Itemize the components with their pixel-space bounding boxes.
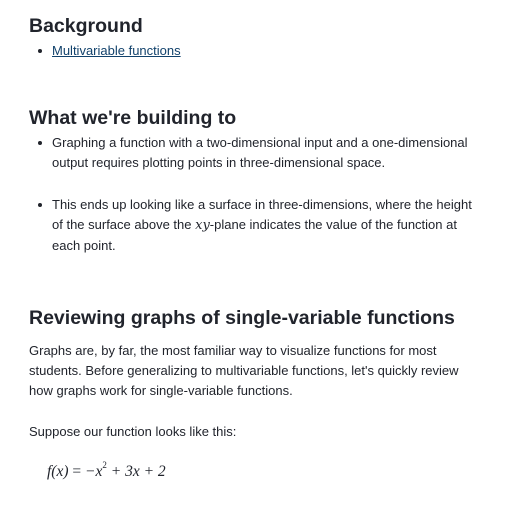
background-list: Multivariable functions [29,41,181,61]
list-item: Graphing a function with a two-dimension… [38,133,485,173]
building-list: Graphing a function with a two-dimension… [29,133,485,256]
formula-exponent: 2 [102,460,107,470]
multivariable-functions-link[interactable]: Multivariable functions [52,43,181,58]
xy-math: xy [195,218,210,233]
formula-lhs: f(x) [47,463,69,481]
reviewing-heading: Reviewing graphs of single-variable func… [29,307,455,329]
suppose-text: Suppose our function looks like this: [29,424,237,439]
list-item: This ends up looking like a surface in t… [38,195,485,256]
bullet-dot [38,141,42,145]
bullet-dot [38,49,42,53]
function-formula: f(x) = −x2 + 3x + 2 [47,460,166,481]
building-heading: What we're building to [29,107,237,129]
formula-rest: + 3x + 2 [110,463,166,481]
reviewing-paragraph: Graphs are, by far, the most familiar wa… [29,343,459,398]
background-heading: Background [29,15,143,37]
formula-term1: −x [85,463,103,481]
bullet-dot [38,203,42,207]
formula-equals: = [72,463,82,481]
bullet-text: Graphing a function with a two-dimension… [52,135,468,170]
list-item: Multivariable functions [38,41,181,61]
